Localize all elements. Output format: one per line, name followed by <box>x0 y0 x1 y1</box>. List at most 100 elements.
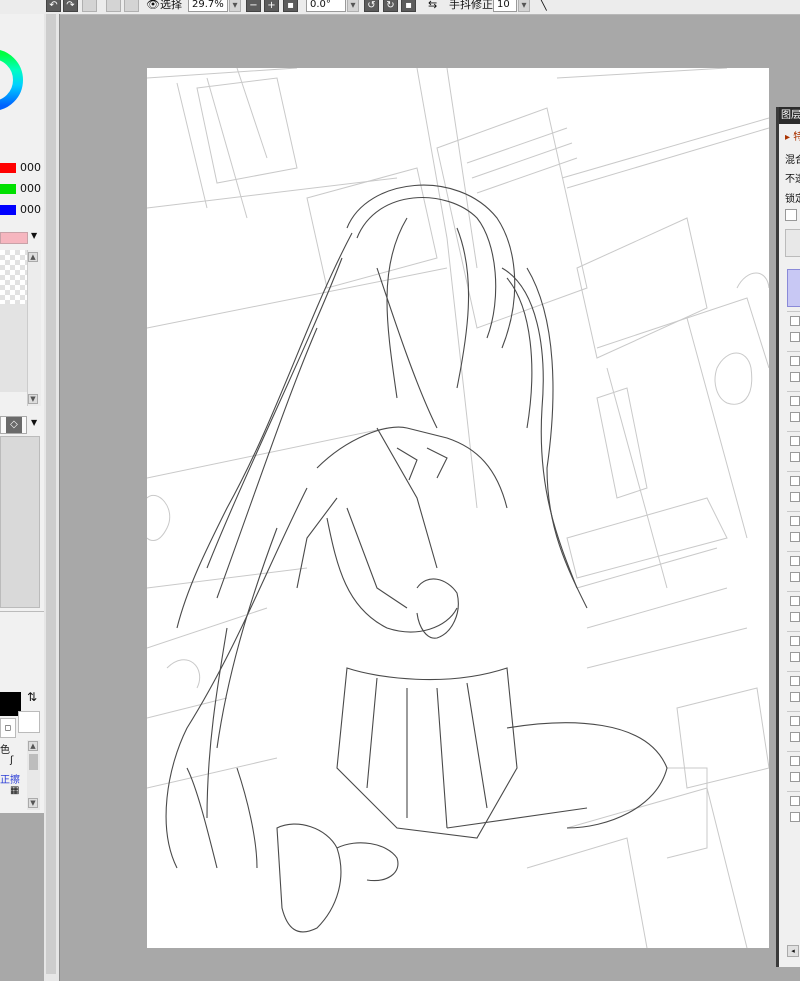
lock-icon[interactable] <box>790 812 800 822</box>
visibility-icon[interactable] <box>790 516 800 526</box>
pattern-icon[interactable]: ▦ <box>10 785 19 796</box>
palette-area[interactable] <box>0 304 27 392</box>
zoom-reset-button[interactable]: ▪ <box>283 0 298 12</box>
scroll-left-icon[interactable]: ◂ <box>787 945 799 957</box>
brush-preview-area <box>0 436 40 608</box>
color-tool-panel: 000 000 000 ▼ ▲ ▼ ◇ ▼ ⇅ ◻ 色 ʃ 正擦 ▦ ▲ ▼ <box>0 14 45 981</box>
layer-row[interactable] <box>787 391 800 428</box>
lock-icon[interactable] <box>790 532 800 542</box>
layer-panel: 图层 ▸ 特 混合 不透 锁定 ◂ <box>776 107 800 967</box>
color-mixer-swatch[interactable] <box>0 232 28 244</box>
select-invert-button[interactable] <box>124 0 139 12</box>
lock-icon[interactable] <box>790 372 800 382</box>
select-clear-button[interactable] <box>106 0 121 12</box>
palette-scrollbar[interactable] <box>27 250 41 406</box>
stabilizer-input[interactable]: 10 <box>493 0 517 12</box>
visibility-icon[interactable] <box>790 636 800 646</box>
layer-row[interactable] <box>787 671 800 708</box>
green-value[interactable]: 000 <box>20 182 41 195</box>
drawing-canvas[interactable] <box>147 68 769 948</box>
lock-icon[interactable] <box>790 332 800 342</box>
lock-icon[interactable] <box>790 652 800 662</box>
chevron-down-icon[interactable]: ▼ <box>31 231 37 240</box>
visibility-icon[interactable] <box>790 676 800 686</box>
lock-icon[interactable] <box>790 612 800 622</box>
swap-colors-icon[interactable]: ⇅ <box>27 690 37 704</box>
flip-icon[interactable]: ⇆ <box>428 0 437 12</box>
lock-checkbox[interactable] <box>785 209 797 221</box>
transparent-color-icon[interactable]: ◻ <box>0 718 16 738</box>
visibility-icon[interactable] <box>790 796 800 806</box>
green-slider[interactable] <box>0 184 16 194</box>
visibility-icon[interactable] <box>790 436 800 446</box>
pen-curve-icon[interactable]: ʃ <box>10 755 13 766</box>
deselect-button[interactable] <box>82 0 97 12</box>
visibility-icon[interactable] <box>790 476 800 486</box>
lock-icon[interactable] <box>790 492 800 502</box>
blue-value[interactable]: 000 <box>20 203 41 216</box>
layer-toolbar[interactable] <box>785 229 800 257</box>
layer-row[interactable] <box>787 351 800 388</box>
undo-button[interactable]: ↶ <box>46 0 61 12</box>
redo-button[interactable]: ↷ <box>63 0 78 12</box>
lock-icon[interactable] <box>790 572 800 582</box>
scroll-down-icon[interactable]: ▼ <box>28 394 38 404</box>
layer-row[interactable] <box>787 631 800 668</box>
rotation-input[interactable]: 0.0° <box>306 0 346 12</box>
layer-row[interactable] <box>787 711 800 748</box>
scroll-up-icon[interactable]: ▲ <box>28 741 38 751</box>
color-wheel[interactable] <box>0 14 44 149</box>
top-toolbar: ↶ ↷ 👁 选择 29.7% ▾ − + ▪ 0.0° ▾ ↺ ↻ ▪ ⇆ 手抖… <box>0 0 800 15</box>
line-tool-icon[interactable]: ╲ <box>540 0 547 12</box>
visibility-icon[interactable] <box>790 556 800 566</box>
scroll-thumb[interactable] <box>46 14 56 974</box>
visibility-icon[interactable] <box>790 396 800 406</box>
eraser-icon[interactable]: ◇ <box>6 417 22 433</box>
visibility-icon[interactable] <box>790 716 800 726</box>
layer-row-selected[interactable] <box>787 269 800 307</box>
layer-row[interactable] <box>787 511 800 548</box>
lock-icon[interactable] <box>790 732 800 742</box>
lock-label: 锁定 <box>785 194 800 205</box>
visibility-icon[interactable] <box>790 756 800 766</box>
scroll-up-icon[interactable]: ▲ <box>28 252 38 262</box>
scroll-thumb[interactable] <box>29 754 38 770</box>
color-select-label[interactable]: 色 <box>0 741 10 756</box>
lock-icon[interactable] <box>790 412 800 422</box>
secondary-color-swatch[interactable] <box>18 711 40 733</box>
erase-label[interactable]: 正擦 <box>0 771 20 786</box>
layer-row[interactable] <box>787 471 800 508</box>
red-slider[interactable] <box>0 163 16 173</box>
layer-row[interactable] <box>787 311 800 348</box>
layer-row[interactable] <box>787 751 800 788</box>
zoom-out-button[interactable]: − <box>246 0 261 12</box>
zoom-input[interactable]: 29.7% <box>188 0 228 12</box>
rotate-left-button[interactable]: ↺ <box>364 0 379 12</box>
red-value[interactable]: 000 <box>20 161 41 174</box>
lock-icon[interactable] <box>790 772 800 782</box>
zoom-dropdown[interactable]: ▾ <box>229 0 241 12</box>
visibility-icon[interactable] <box>790 316 800 326</box>
effect-expander[interactable]: ▸ 特 <box>785 128 800 143</box>
layer-row[interactable] <box>787 551 800 588</box>
opacity-label: 不透 <box>785 174 800 185</box>
layer-row[interactable] <box>787 591 800 628</box>
layer-row[interactable] <box>787 791 800 828</box>
chevron-down-icon[interactable]: ▼ <box>31 418 37 427</box>
layer-row[interactable] <box>787 431 800 468</box>
zoom-in-button[interactable]: + <box>264 0 279 12</box>
stabilizer-dropdown[interactable]: ▾ <box>518 0 530 12</box>
lock-icon[interactable] <box>790 452 800 462</box>
eye-icon[interactable]: 👁 <box>146 0 160 12</box>
visibility-icon[interactable] <box>790 356 800 366</box>
lock-icon[interactable] <box>790 692 800 702</box>
lineart-drawing <box>147 68 769 948</box>
left-panel-scrollbar[interactable] <box>44 14 60 981</box>
rotate-reset-button[interactable]: ▪ <box>401 0 416 12</box>
palette-transparent[interactable] <box>0 250 27 304</box>
scroll-down-icon[interactable]: ▼ <box>28 798 38 808</box>
rotate-right-button[interactable]: ↻ <box>383 0 398 12</box>
blue-slider[interactable] <box>0 205 16 215</box>
visibility-icon[interactable] <box>790 596 800 606</box>
rotation-dropdown[interactable]: ▾ <box>347 0 359 12</box>
